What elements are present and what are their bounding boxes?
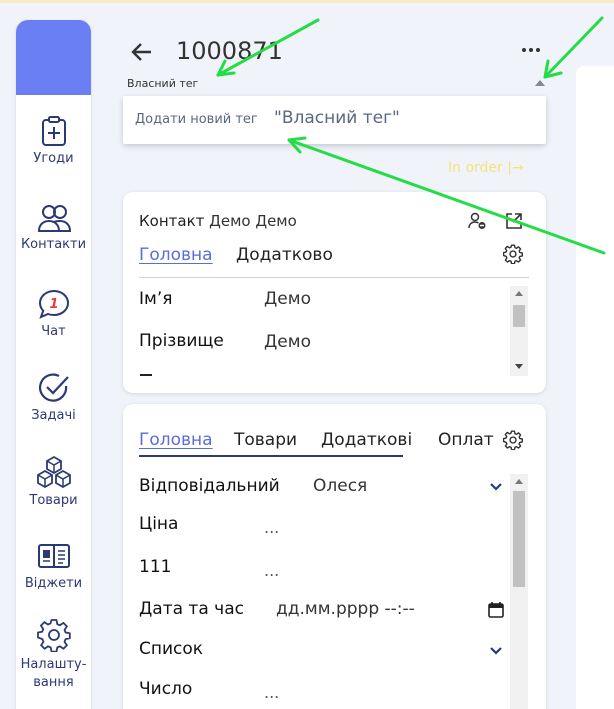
right-panel [576, 66, 614, 709]
sidebar-item-label: Віджети [24, 576, 83, 591]
more-options-icon[interactable] [520, 44, 542, 56]
contact-title-prefix: Контакт [139, 212, 205, 230]
tab-additional[interactable]: Додаткові [321, 430, 412, 450]
cubes-icon [36, 455, 71, 489]
sidebar-item-label: Задачі [31, 408, 76, 423]
list-label: Список [139, 639, 204, 659]
tab-products[interactable]: Товари [234, 430, 297, 450]
scroll-down-arrow[interactable] [515, 364, 523, 369]
contact-name[interactable]: Демо Демо [209, 212, 297, 230]
contact-header: Контакт Демо Демо [139, 212, 297, 230]
tab-divider [139, 277, 529, 278]
responsible-label: Відповідальний [139, 476, 280, 496]
tab-main[interactable]: Головна [139, 430, 213, 450]
field-111-value[interactable]: ... [264, 561, 279, 580]
sidebar-item-label: Чат [41, 324, 66, 339]
dropdown-toggle-icon[interactable] [535, 80, 545, 86]
calendar-icon[interactable] [487, 601, 505, 619]
chevron-down-icon[interactable] [489, 482, 503, 492]
contact-scrollbar[interactable] [510, 286, 528, 376]
scroll-thumb[interactable] [513, 491, 525, 587]
chat-icon: 1 [38, 289, 69, 319]
deal-scrollbar[interactable] [510, 474, 528, 709]
top-strip [0, 0, 614, 3]
chevron-down-icon[interactable] [489, 646, 503, 656]
datetime-input[interactable]: дд.мм.рррр --:-- [276, 599, 415, 619]
users-icon [37, 205, 71, 232]
open-external-icon[interactable] [504, 211, 524, 231]
in-order-status[interactable]: In order |→ [448, 160, 524, 176]
sidebar-item-label: Товари [29, 493, 78, 508]
scroll-thumb[interactable] [513, 305, 525, 327]
price-label: Ціна [139, 514, 179, 534]
settings-gear-icon[interactable] [503, 430, 523, 450]
number-value[interactable]: ... [264, 683, 279, 702]
annotation-arrowhead [543, 59, 563, 79]
gear-icon [36, 619, 71, 652]
clipboard-plus-icon [41, 116, 66, 146]
first-name-value[interactable]: Демо [264, 289, 311, 309]
contact-card: Контакт Демо Демо Головна Додатково Ім’я… [123, 192, 546, 393]
sidebar-item-label: Контакти [20, 237, 87, 252]
tab-payment[interactable]: Оплат [438, 430, 494, 450]
sidebar-item-label: Налашту- [20, 657, 87, 672]
responsible-value[interactable]: Олеся [313, 476, 367, 496]
chat-badge: 1 [49, 297, 58, 312]
check-circle-icon [38, 373, 69, 402]
tag-input-label[interactable]: Власний тег [127, 77, 198, 90]
sidebar-item-tasks[interactable]: Задачі [16, 372, 91, 423]
tab-contact-additional[interactable]: Додатково [236, 245, 333, 265]
tab-contact-main[interactable]: Головна [139, 245, 213, 265]
widget-icon [37, 544, 70, 568]
last-name-label: Прізвище [139, 331, 224, 351]
first-name-label: Ім’я [139, 289, 173, 309]
sidebar-item-widgets[interactable]: Віджети [16, 542, 91, 591]
deal-card: Головна Товари Додаткові Оплат Відповіда… [123, 404, 546, 709]
sidebar: Угоди Контакти 1 Чат Задачі Товари Відже… [16, 20, 91, 709]
page-title: 1000871 [176, 37, 283, 65]
sidebar-item-settings[interactable]: Налашту- вання [16, 618, 91, 692]
sidebar-item-contacts[interactable]: Контакти [16, 203, 91, 252]
sidebar-item-label-2: вання [33, 675, 74, 690]
scroll-up-arrow[interactable] [515, 479, 523, 484]
new-tag-value[interactable]: "Власний тег" [274, 108, 400, 128]
number-label: Число [139, 679, 193, 699]
settings-gear-icon[interactable] [503, 244, 523, 264]
datetime-label: Дата та час [139, 599, 244, 619]
next-field-cutoff [140, 374, 152, 376]
add-new-tag-text[interactable]: Додати новий тег [135, 112, 258, 127]
sidebar-item-label: Угоди [33, 151, 74, 166]
sidebar-item-deals[interactable]: Угоди [16, 115, 91, 166]
field-111-label: 111 [139, 557, 172, 577]
back-arrow-icon[interactable] [130, 40, 154, 64]
tag-dropdown[interactable]: Додати новий тег "Власний тег" [123, 96, 546, 144]
brand-logo-area[interactable] [16, 20, 91, 95]
remove-user-icon[interactable] [467, 211, 487, 231]
sidebar-item-products[interactable]: Товари [16, 455, 91, 508]
price-value[interactable]: ... [264, 518, 279, 537]
last-name-value[interactable]: Демо [264, 332, 311, 352]
sidebar-item-chat[interactable]: 1 Чат [16, 288, 91, 339]
scroll-up-arrow[interactable] [515, 291, 523, 296]
tab-underline [139, 455, 403, 457]
